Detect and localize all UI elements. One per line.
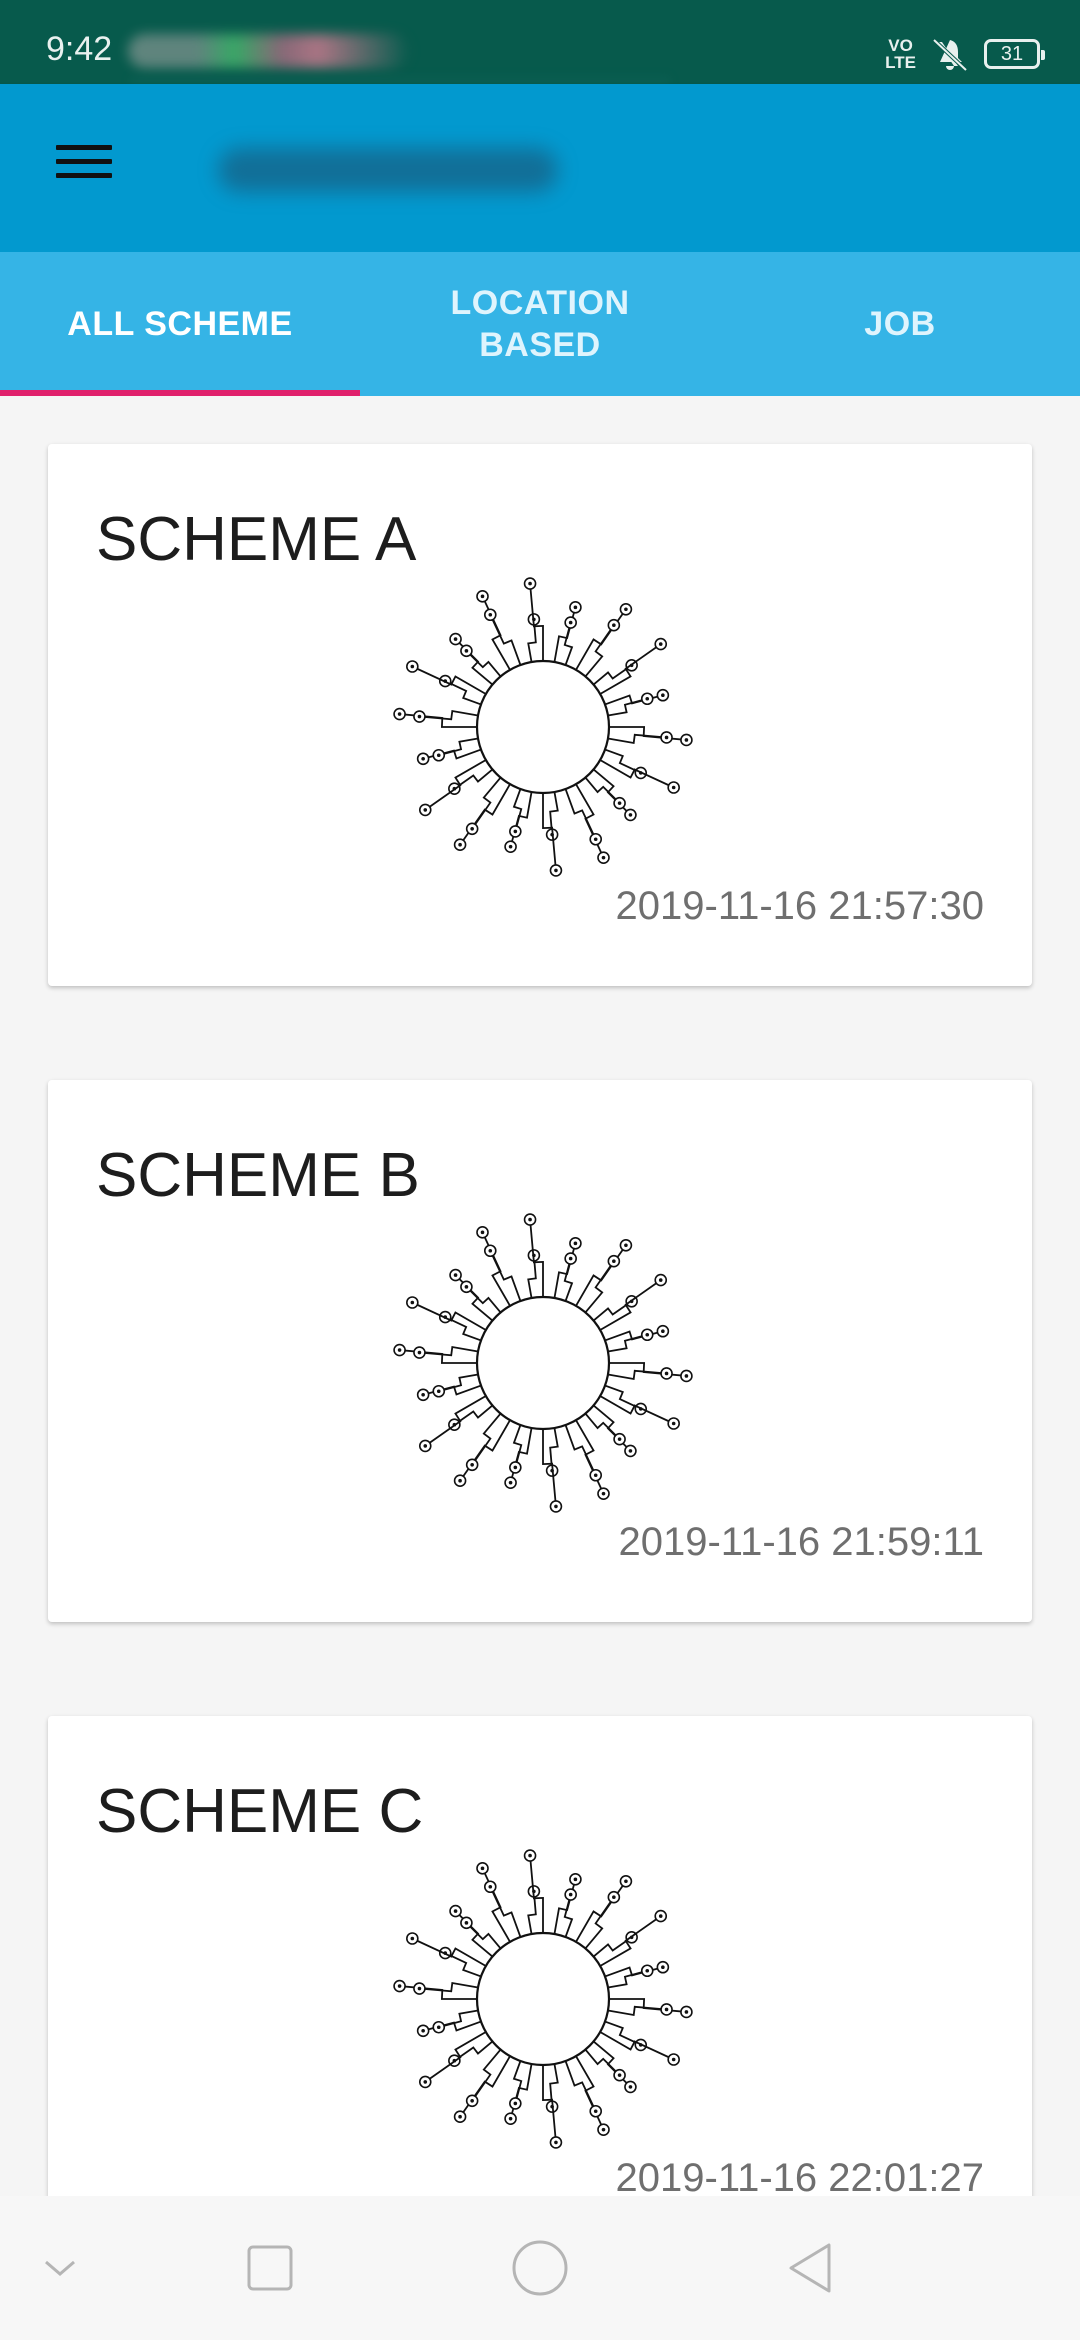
scheme-list[interactable]: SCHEME A 2019-11-16 21:57:30 SCHEME B 20… — [0, 396, 1080, 2196]
tab-label-line1: LOCATION — [450, 284, 630, 322]
tab-label: ALL SCHEME — [67, 305, 293, 343]
app-bar — [0, 84, 1080, 252]
nav-down-button[interactable] — [0, 2196, 140, 2340]
nav-back-button[interactable] — [730, 2196, 890, 2340]
circuit-emblem-icon — [393, 1213, 693, 1513]
battery-icon: 31 — [984, 39, 1045, 69]
scheme-timestamp: 2019-11-16 22:01:27 — [615, 2156, 984, 2196]
circuit-emblem-icon — [393, 577, 693, 877]
vibrate-mute-icon — [932, 38, 968, 72]
battery-level: 31 — [1000, 43, 1024, 65]
tab-job[interactable]: JOB — [720, 252, 1080, 396]
nav-recents-button[interactable] — [190, 2196, 350, 2340]
scheme-card[interactable]: SCHEME C 2019-11-16 22:01:27 — [48, 1716, 1032, 2196]
scheme-card[interactable]: SCHEME B 2019-11-16 21:59:11 — [48, 1080, 1032, 1622]
tab-bar: ALL SCHEME LOCATION BASED JOB — [0, 252, 1080, 396]
chevron-down-icon — [45, 2260, 75, 2276]
scheme-title: SCHEME B — [96, 1141, 420, 1210]
hamburger-icon-line — [56, 173, 112, 178]
system-nav-bar — [0, 2196, 1080, 2340]
triangle-back-icon — [789, 2243, 831, 2293]
status-right-group: VO LTE 31 — [885, 34, 1045, 74]
tab-label: JOB — [864, 305, 936, 343]
status-notification-icons — [128, 34, 408, 68]
circuit-emblem-icon — [393, 1849, 693, 2149]
tab-location-based[interactable]: LOCATION BASED — [360, 252, 720, 396]
menu-button[interactable] — [40, 136, 128, 200]
scheme-card[interactable]: SCHEME A 2019-11-16 21:57:30 — [48, 444, 1032, 986]
hamburger-icon — [56, 145, 112, 150]
scheme-timestamp: 2019-11-16 21:59:11 — [618, 1520, 985, 1564]
app-title-blurred — [218, 148, 558, 192]
scheme-title: SCHEME A — [96, 505, 417, 574]
circle-icon — [512, 2240, 568, 2296]
hamburger-icon-line — [56, 159, 112, 164]
status-bar: 9:42 VO LTE 31 — [0, 0, 1080, 86]
status-time: 9:42 — [46, 30, 113, 68]
scheme-timestamp: 2019-11-16 21:57:30 — [615, 884, 984, 928]
volte-icon: VO LTE — [885, 36, 916, 72]
square-icon — [247, 2245, 293, 2291]
nav-home-button[interactable] — [460, 2196, 620, 2340]
tab-label: LOCATION BASED — [450, 282, 629, 366]
scheme-title: SCHEME C — [96, 1777, 424, 1846]
tab-label-line2: BASED — [479, 326, 601, 364]
tab-all-scheme[interactable]: ALL SCHEME — [0, 252, 360, 396]
